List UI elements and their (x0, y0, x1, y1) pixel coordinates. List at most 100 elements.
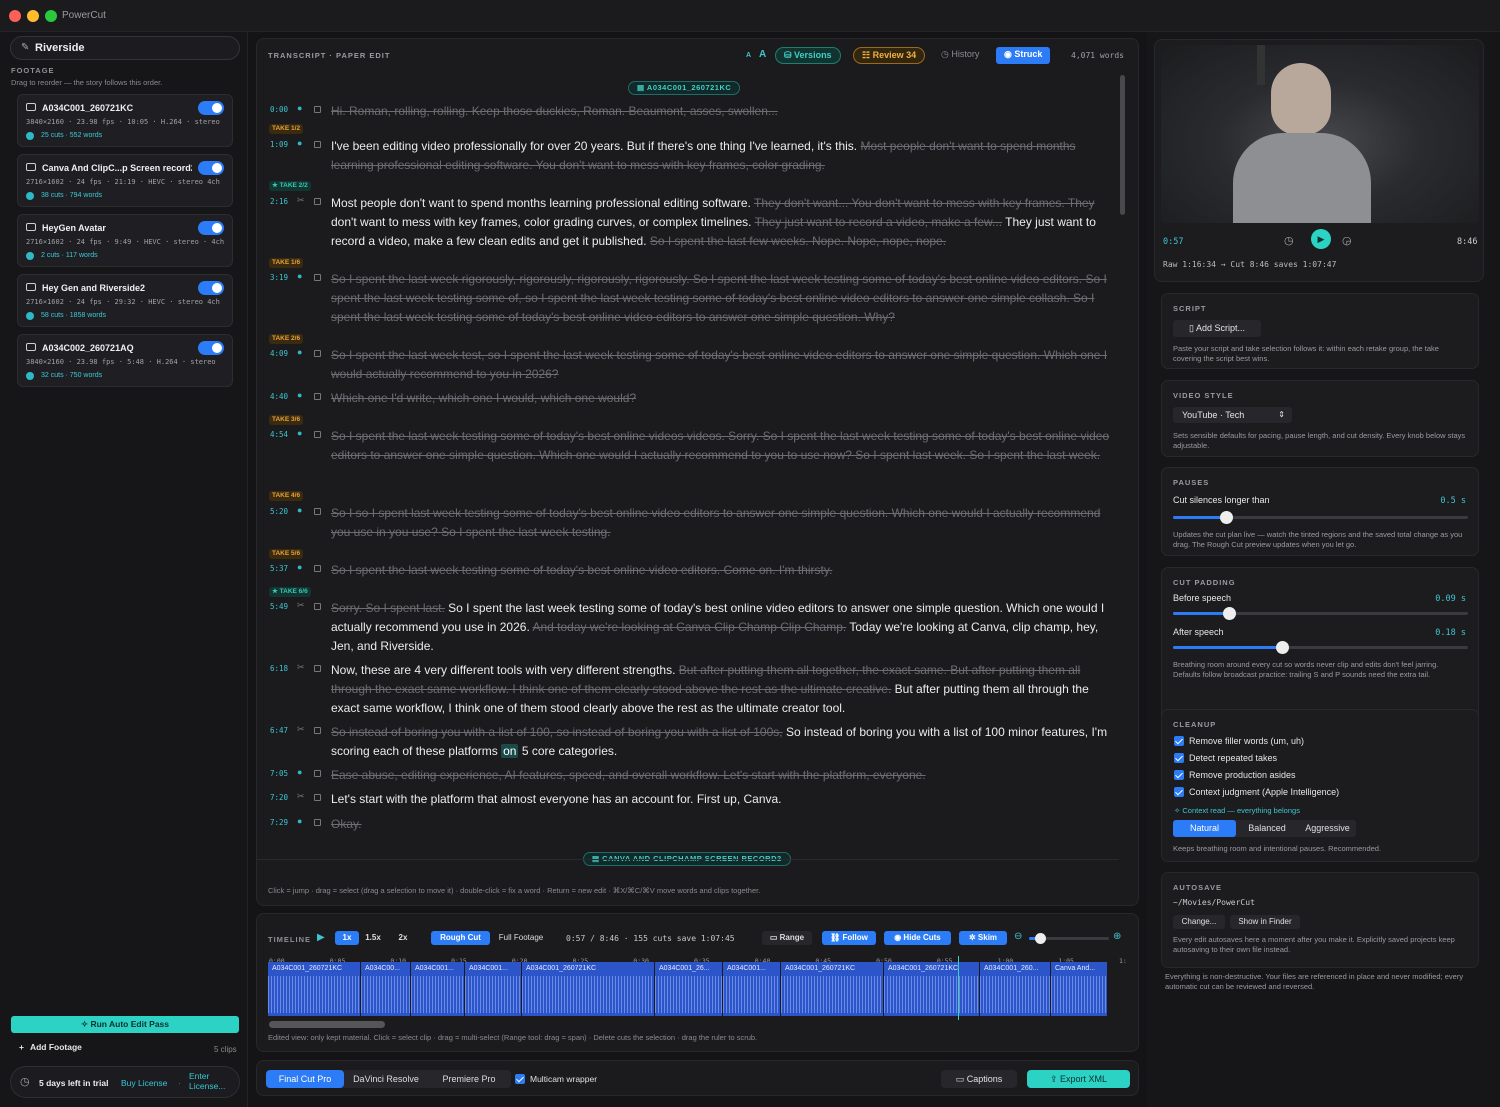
row-text[interactable]: So I spent the last week testing some of… (331, 427, 1116, 465)
row-checkbox[interactable] (314, 141, 321, 148)
add-script-button[interactable]: ▯ Add Script... (1173, 320, 1261, 337)
row-checkbox[interactable] (314, 508, 321, 515)
row-text[interactable]: So I so I spent last week testing some o… (331, 504, 1116, 542)
pauses-slider-knob[interactable] (1220, 511, 1234, 524)
scissors-icon[interactable]: ✂ (297, 791, 305, 802)
show-in-finder-button[interactable]: Show in Finder (1230, 915, 1300, 929)
kept-segment[interactable]: 5 core categories. (522, 744, 617, 758)
status-dot-icon[interactable]: ● (297, 390, 302, 400)
versions-button[interactable]: ⛁ Versions (775, 47, 841, 64)
row-text[interactable]: Ease abuse, editing experience, AI featu… (331, 766, 1116, 785)
timeline-clip-segment[interactable]: A034C00... (361, 962, 411, 1016)
video-style-select[interactable]: YouTube · Tech ⇕ (1173, 407, 1292, 423)
scissors-icon[interactable]: ✂ (297, 195, 305, 206)
timeline-clip-segment[interactable]: A034C001_260721KC (268, 962, 361, 1016)
status-dot-icon[interactable]: ● (297, 347, 302, 357)
row-text[interactable]: Now, these are 4 very different tools wi… (331, 661, 1116, 718)
transcript-scrollbar[interactable] (1120, 75, 1125, 215)
footage-clip-card[interactable]: A034C001_260721KC 3840×2160 · 23.98 fps ·… (17, 94, 233, 147)
scissors-icon[interactable]: ✂ (297, 724, 305, 735)
footage-clip-card[interactable]: Hey Gen and Riverside2 2716×1602 · 24 fps… (17, 274, 233, 327)
row-timestamp[interactable]: 7:29 (270, 818, 288, 827)
row-text[interactable]: So instead of boring you with a list of … (331, 723, 1116, 761)
row-checkbox[interactable] (314, 665, 321, 672)
cleanup-checkbox[interactable] (1174, 753, 1184, 763)
take-badge[interactable]: TAKE 1/6 (269, 258, 304, 268)
row-checkbox[interactable] (314, 794, 321, 801)
buy-license-link[interactable]: Buy License (121, 1078, 167, 1088)
timeline-clip-segment[interactable]: A034C001_260... (980, 962, 1051, 1016)
timeline-track[interactable]: A034C001_260721KC A034C00... A034C001... A0… (268, 914, 1128, 1024)
struck-segment[interactable]: And today we're looking at Canva Clip Ch… (532, 620, 846, 634)
timeline-clip-segment[interactable]: A034C001_260721KC (522, 962, 655, 1016)
row-checkbox[interactable] (314, 393, 321, 400)
row-checkbox[interactable] (314, 727, 321, 734)
status-dot-icon[interactable]: ● (297, 103, 302, 113)
timeline-clip-segment[interactable]: A034C001_26... (655, 962, 723, 1016)
timeline-clip-segment[interactable]: A034C001... (411, 962, 465, 1016)
kept-segment[interactable]: Now, these are 4 very different tools wi… (331, 663, 675, 677)
row-text[interactable]: So I spent the last week testing some of… (331, 561, 1116, 580)
status-dot-icon[interactable]: ● (297, 138, 302, 148)
skip-forward-icon[interactable]: ◶ (1342, 234, 1352, 247)
history-button[interactable]: ◷ History (933, 47, 987, 64)
row-text[interactable]: Okay. (331, 815, 1116, 834)
row-timestamp[interactable]: 7:05 (270, 769, 288, 778)
row-timestamp[interactable]: 4:09 (270, 349, 288, 358)
cleanup-checkbox[interactable] (1174, 770, 1184, 780)
pauses-slider[interactable] (1173, 511, 1468, 524)
row-checkbox[interactable] (314, 106, 321, 113)
add-footage-button[interactable]: + Add Footage (11, 1042, 82, 1052)
multicam-checkbox[interactable] (515, 1074, 525, 1084)
row-timestamp[interactable]: 5:20 (270, 507, 288, 516)
row-timestamp[interactable]: 1:09 (270, 140, 288, 149)
timeline-clip-segment[interactable]: Canva And... (1051, 962, 1108, 1016)
captions-button[interactable]: ▭ Captions (941, 1070, 1017, 1088)
minimize-window-button[interactable] (27, 10, 39, 22)
timeline-clip-segment[interactable]: A034C001... (465, 962, 522, 1016)
row-text[interactable]: So I spent the last week test, so I spen… (331, 346, 1116, 384)
take-badge[interactable]: TAKE 1/2 (269, 124, 304, 134)
row-checkbox[interactable] (314, 431, 321, 438)
after-speech-slider[interactable] (1173, 641, 1468, 654)
clip-enabled-toggle[interactable] (198, 281, 224, 295)
kept-segment[interactable]: I've been editing video professionally f… (331, 139, 857, 153)
before-speech-slider[interactable] (1173, 607, 1468, 620)
row-timestamp[interactable]: 3:19 (270, 273, 288, 282)
row-checkbox[interactable] (314, 350, 321, 357)
status-dot-icon[interactable]: ● (297, 428, 302, 438)
take-badge[interactable]: TAKE 3/6 (269, 415, 304, 425)
row-timestamp[interactable]: 7:20 (270, 793, 288, 802)
highlighted-word[interactable]: on (501, 744, 519, 758)
take-badge[interactable]: TAKE 4/6 (269, 491, 304, 501)
run-auto-edit-button[interactable]: ✧ Run Auto Edit Pass (11, 1016, 239, 1033)
cleanup-checkbox[interactable] (1174, 736, 1184, 746)
take-badge[interactable]: TAKE 2/6 (269, 334, 304, 344)
clip-enabled-toggle[interactable] (198, 161, 224, 175)
struck-segment[interactable]: So I spent the last few weeks. Nope. Nop… (650, 234, 946, 248)
review-button[interactable]: ☷ Review 34 (853, 47, 926, 64)
kept-segment[interactable]: don't want to mess with key frames, colo… (331, 215, 751, 229)
before-speech-slider-knob[interactable] (1223, 607, 1237, 620)
take-badge[interactable]: TAKE 5/6 (269, 549, 304, 559)
video-preview[interactable] (1161, 45, 1479, 223)
row-checkbox[interactable] (314, 819, 321, 826)
row-text[interactable]: Let's start with the platform that almos… (331, 790, 1116, 809)
row-text[interactable]: Sorry. So I spent last. So I spent the l… (331, 599, 1116, 656)
row-checkbox[interactable] (314, 565, 321, 572)
font-size-small-button[interactable]: A (746, 52, 751, 59)
timeline-clip-segment[interactable]: A034C001_260721KC (884, 962, 980, 1016)
playhead[interactable] (958, 956, 959, 1020)
clip-enabled-toggle[interactable] (198, 101, 224, 115)
change-folder-button[interactable]: Change... (1173, 915, 1225, 929)
clip-enabled-toggle[interactable] (198, 341, 224, 355)
row-timestamp[interactable]: 5:49 (270, 602, 288, 611)
take-badge[interactable]: ★ TAKE 2/2 (269, 181, 311, 191)
status-dot-icon[interactable]: ● (297, 816, 302, 826)
row-checkbox[interactable] (314, 603, 321, 610)
row-text[interactable]: I've been editing video professionally f… (331, 137, 1116, 175)
row-text[interactable]: So I spent the last week rigorously, rig… (331, 270, 1116, 327)
enter-license-link[interactable]: Enter License... (189, 1071, 225, 1091)
cleanup-checkbox[interactable] (1174, 787, 1184, 797)
scissors-icon[interactable]: ✂ (297, 662, 305, 673)
